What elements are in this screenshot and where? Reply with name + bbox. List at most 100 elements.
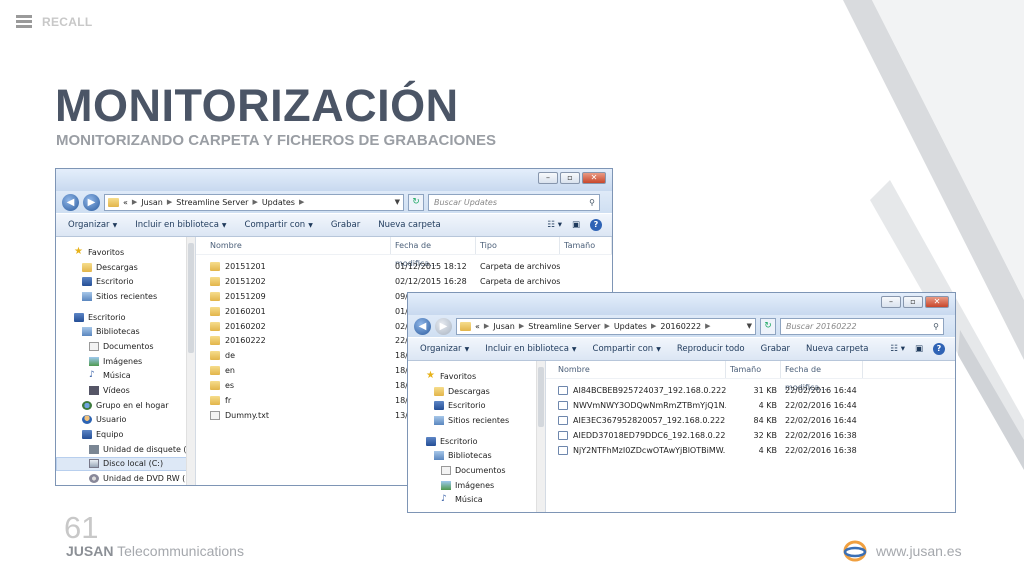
nav-item-computer[interactable]: Equipo [56,427,195,442]
organize-menu[interactable]: Organizar ▼ [420,344,469,354]
share-with-menu[interactable]: Compartir con ▼ [245,220,313,230]
column-header-date[interactable]: Fecha de modifica... [391,237,476,268]
file-row[interactable]: 20151202 02/12/2015 16:28 Carpeta de archi… [196,274,612,289]
downloads-icon [82,262,92,272]
breadcrumb-segment[interactable]: « [123,198,128,207]
address-bar[interactable]: « ▶ Jusan ▶ Streamline Server ▶ Updates … [104,193,404,211]
organize-menu[interactable]: Organizar ▼ [68,220,117,230]
address-dropdown-icon[interactable]: ▼ [747,322,755,330]
forward-button[interactable]: ▶ [83,193,100,211]
desktop-icon [434,401,444,411]
column-header-date[interactable]: Fecha de modifica... [781,361,863,392]
breadcrumb-segment[interactable]: Jusan [141,198,163,207]
file-list-header: Nombre Tamaño Fecha de modifica... [546,361,955,392]
breadcrumb-segment[interactable]: Updates [262,198,295,207]
new-folder-button[interactable]: Nueva carpeta [378,220,440,230]
column-header-type[interactable]: Tipo [476,237,560,254]
column-header-name[interactable]: Nombre [196,237,391,254]
nav-item-desktop-root[interactable]: Escritorio [408,434,545,449]
nav-item-music[interactable]: ♪ Música [408,493,545,508]
file-row[interactable]: AIE3EC367952820057_192.168.0.222.wav84 K… [546,413,955,428]
chevron-down-icon: ▼ [221,222,227,229]
refresh-button[interactable]: ↻ [760,317,776,335]
nav-item-local-disk[interactable]: Disco local (C:) [56,456,195,472]
close-button[interactable]: ✕ [925,296,949,308]
close-button[interactable]: ✕ [582,172,606,184]
search-icon[interactable]: ⚲ [933,322,943,331]
forward-button[interactable]: ▶ [435,317,452,335]
search-input[interactable]: Buscar Updates ⚲ [428,193,600,211]
preview-pane-icon[interactable]: ▣ [915,344,923,354]
breadcrumb-segment[interactable]: 20160222 [660,322,701,331]
nav-item-downloads[interactable]: Descargas [408,384,545,399]
nav-scrollbar[interactable] [536,361,545,512]
breadcrumb-segment[interactable]: Streamline Server [176,198,248,207]
file-row[interactable]: NjY2NTFhMzI0ZDcwOTAwYjBlOTBiMW... 4 KB 22/… [546,443,955,458]
nav-item-floppy[interactable]: Unidad de disquete (A [56,442,195,457]
website-link[interactable]: www.jusan.es [876,543,962,559]
computer-icon [82,430,92,440]
file-list: Nombre Tamaño Fecha de modifica... AI84B… [546,361,955,512]
nav-item-pictures[interactable]: Imágenes [408,478,545,493]
nav-scrollbar[interactable] [186,237,195,485]
new-folder-button[interactable]: Nueva carpeta [806,344,868,354]
nav-item-desktop[interactable]: Escritorio [408,398,545,413]
nav-scrollbar-thumb[interactable] [538,367,544,427]
preview-pane-icon[interactable]: ▣ [572,220,580,230]
nav-item-favorites[interactable]: ★ Favoritos [56,245,195,260]
nav-item-documents[interactable]: Documentos [408,463,545,478]
include-in-library-menu[interactable]: Incluir en biblioteca ▼ [135,220,226,230]
minimize-button[interactable]: – [538,172,558,184]
back-button[interactable]: ◀ [62,193,79,211]
back-button[interactable]: ◀ [414,317,431,335]
maximize-button[interactable]: ▫ [903,296,923,308]
breadcrumb-segment[interactable]: Jusan [493,322,515,331]
hamburger-menu-icon[interactable] [16,15,32,28]
nav-item-user[interactable]: Usuario [56,413,195,428]
nav-item-videos[interactable]: Vídeos [56,383,195,398]
include-in-library-menu[interactable]: Incluir en biblioteca ▼ [485,344,576,354]
nav-item-homegroup[interactable]: Grupo en el hogar [56,398,195,413]
nav-item-desktop[interactable]: Escritorio [56,274,195,289]
nav-item-recent-places[interactable]: Sitios recientes [408,413,545,428]
nav-item-music[interactable]: ♪ Música [56,369,195,384]
breadcrumb-segment[interactable]: Streamline Server [528,322,600,331]
search-input[interactable]: Buscar 20160222 ⚲ [780,317,944,335]
nav-item-documents[interactable]: Documentos [56,339,195,354]
view-options-icon[interactable]: ☷ ▾ [547,220,562,230]
burn-button[interactable]: Grabar [761,344,790,354]
file-row[interactable]: AIEDD37018ED79DDC6_192.168.0.222.wav32 K… [546,428,955,443]
recent-places-icon [82,291,92,301]
nav-scrollbar-thumb[interactable] [188,243,194,353]
nav-item-desktop-root[interactable]: Escritorio [56,310,195,325]
search-icon[interactable]: ⚲ [589,198,599,207]
breadcrumb-segment[interactable]: Updates [614,322,647,331]
play-all-button[interactable]: Reproducir todo [677,344,745,354]
folder-icon [460,321,471,331]
column-header-size[interactable]: Tamaño [560,237,612,254]
address-dropdown-icon[interactable]: ▼ [395,198,403,206]
nav-item-pictures[interactable]: Imágenes [56,354,195,369]
nav-item-favorites[interactable]: ★ Favoritos [408,369,545,384]
column-header-size[interactable]: Tamaño [726,361,781,378]
view-options-icon[interactable]: ☷ ▾ [890,344,905,354]
share-with-menu[interactable]: Compartir con ▼ [593,344,661,354]
nav-item-downloads[interactable]: Descargas [56,260,195,275]
nav-item-recent-places[interactable]: Sitios recientes [56,289,195,304]
breadcrumb-segment[interactable]: « [475,322,480,331]
breadcrumb-arrow-icon: ▶ [252,198,258,206]
address-bar[interactable]: « ▶ Jusan ▶ Streamline Server ▶ Updates … [456,317,756,335]
file-row[interactable]: AI84BCBEB925724037_192.168.0.222.wav31 K… [546,383,955,398]
column-header-name[interactable]: Nombre [546,361,726,378]
maximize-button[interactable]: ▫ [560,172,580,184]
minimize-button[interactable]: – [881,296,901,308]
nav-item-libraries[interactable]: Bibliotecas [408,448,545,463]
help-icon[interactable]: ? [590,219,602,231]
nav-item-libraries[interactable]: Bibliotecas [56,324,195,339]
help-icon[interactable]: ? [933,343,945,355]
refresh-button[interactable]: ↻ [408,193,424,211]
nav-item-dvd[interactable]: Unidad de DVD RW (D [56,471,195,485]
burn-button[interactable]: Grabar [331,220,360,230]
file-row[interactable]: NWVmNWY3ODQwNmRmZTBmYjQ1N... 4 KB 22/02/20… [546,398,955,413]
folder-icon [210,276,220,286]
